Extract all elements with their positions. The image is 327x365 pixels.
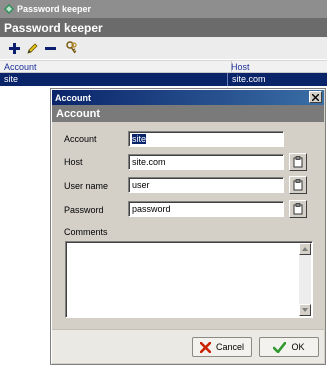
host-field[interactable]: site.com <box>128 154 284 170</box>
plus-icon <box>9 42 20 54</box>
cancel-x-icon <box>199 341 211 353</box>
window-title: Password keeper <box>17 4 92 14</box>
comments-textarea[interactable] <box>65 241 313 318</box>
dialog-header: Account <box>52 105 324 122</box>
dialog-titlebar[interactable]: Account <box>52 90 324 105</box>
account-label: Account <box>64 134 97 144</box>
clipboard-icon <box>293 203 303 215</box>
account-field[interactable]: site <box>128 131 284 147</box>
copy-user-button[interactable] <box>289 176 307 194</box>
column-header-host[interactable]: Host <box>227 61 327 73</box>
grid-header: Account Host <box>0 60 327 73</box>
close-button[interactable] <box>309 91 322 103</box>
app-header: Password keeper <box>0 18 327 37</box>
clipboard-icon <box>293 179 303 191</box>
password-label: Password <box>64 205 104 215</box>
password-field[interactable]: password <box>128 201 284 217</box>
arrow-down-icon <box>302 308 308 312</box>
minus-icon <box>45 46 56 50</box>
comments-scrollbar[interactable] <box>299 243 311 316</box>
toolbar <box>0 37 327 59</box>
cancel-label: Cancel <box>215 342 244 352</box>
arrow-up-icon <box>302 247 308 251</box>
close-icon <box>312 93 319 101</box>
user-name-field[interactable]: user <box>128 177 284 193</box>
copy-host-button[interactable] <box>289 153 307 171</box>
clipboard-icon <box>293 156 303 168</box>
scroll-up-button[interactable] <box>299 243 311 255</box>
app-icon <box>4 4 14 14</box>
user-name-label: User name <box>64 181 109 191</box>
row-host-cell: site.com <box>227 73 327 86</box>
copy-password-button[interactable] <box>289 200 307 218</box>
account-value: site <box>132 134 147 144</box>
add-button[interactable] <box>6 40 23 57</box>
checkmark-icon <box>273 341 287 353</box>
edit-button[interactable] <box>24 40 41 57</box>
dialog-title: Account <box>55 92 91 103</box>
cancel-button[interactable]: Cancel <box>192 337 252 357</box>
dialog-button-bar: Cancel OK <box>52 329 324 363</box>
ok-label: OK <box>291 342 305 352</box>
scroll-down-button[interactable] <box>299 304 311 316</box>
keys-icon <box>65 41 77 54</box>
column-header-account[interactable]: Account <box>0 61 232 73</box>
host-label: Host <box>64 157 83 167</box>
delete-button[interactable] <box>42 40 59 57</box>
row-account-cell: site <box>4 74 19 84</box>
keys-button[interactable] <box>63 40 80 57</box>
window-titlebar[interactable]: Password keeper <box>0 0 327 18</box>
app-header-title: Password keeper <box>4 20 103 35</box>
comments-label: Comments <box>64 227 108 237</box>
dialog-header-title: Account <box>56 107 100 120</box>
account-dialog: Account Account Account site Host site.c… <box>50 88 326 365</box>
pencil-icon <box>27 42 38 54</box>
ok-button[interactable]: OK <box>259 337 319 357</box>
table-row[interactable]: site site.com <box>0 73 327 86</box>
